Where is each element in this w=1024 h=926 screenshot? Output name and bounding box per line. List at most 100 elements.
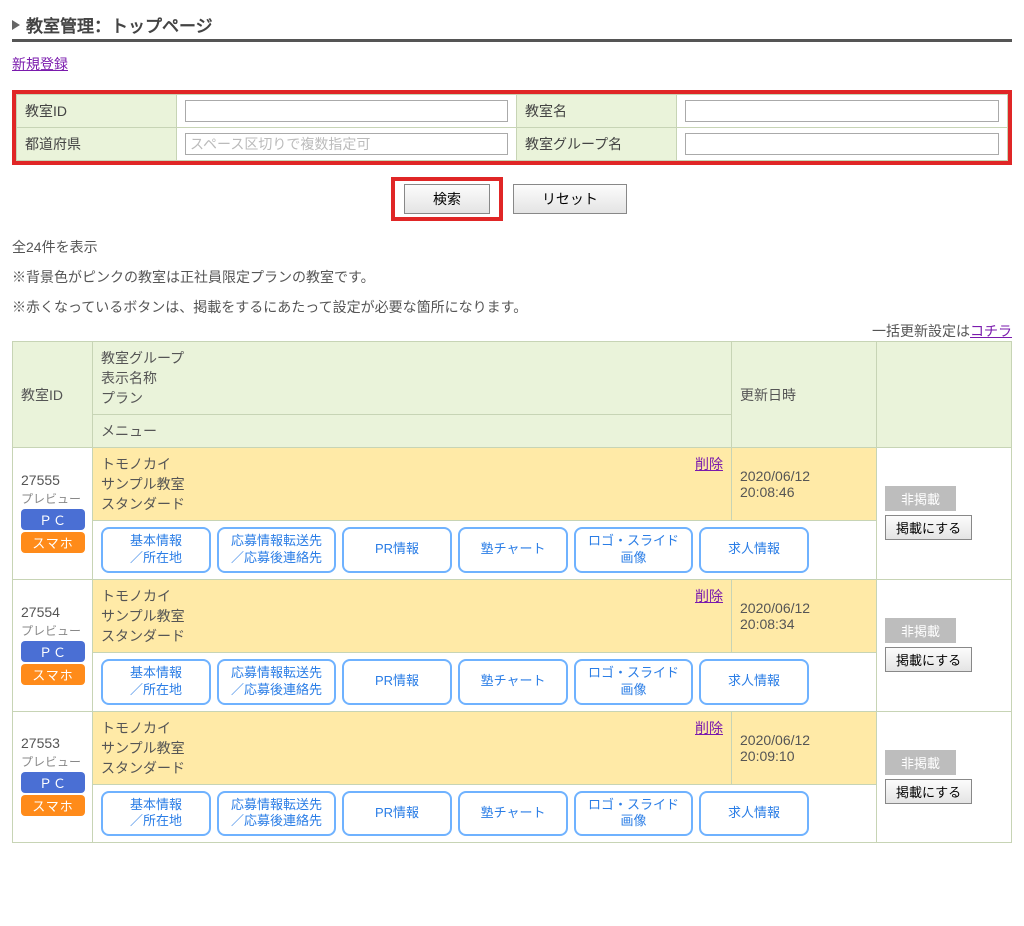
delete-link[interactable]: 削除 [695, 586, 723, 606]
page-title: 教室管理：トップページ [26, 12, 213, 37]
updated-time: 20:09:10 [740, 748, 795, 764]
row-display: サンプル教室 [101, 738, 723, 758]
info-cell: 削除トモノカイサンプル教室スタンダード [93, 579, 732, 652]
search-id-input[interactable] [185, 100, 508, 122]
row-group: トモノカイ [101, 718, 723, 738]
note-1: ※背景色がピンクの教室は正社員限定プランの教室です。 [12, 267, 1012, 287]
menu-cell: 基本情報／所在地応募情報転送先／応募後連絡先PR情報塾チャートロゴ・スライド画像… [93, 652, 877, 711]
row-id: 27553 [21, 735, 84, 751]
th-updated: 更新日時 [732, 342, 877, 448]
search-button-highlight: 検索 [391, 177, 503, 221]
search-button[interactable]: 検索 [404, 184, 490, 214]
result-count: 全24件を表示 [12, 237, 1012, 257]
menu-btn-2[interactable]: PR情報 [342, 791, 452, 837]
row-display: サンプル教室 [101, 606, 723, 626]
menu-btn-4[interactable]: ロゴ・スライド画像 [574, 791, 693, 837]
search-id-label: 教室ID [17, 95, 177, 128]
pc-badge[interactable]: ＰＣ [21, 641, 85, 662]
table-row: 27554プレビューＰＣスマホ削除トモノカイサンプル教室スタンダード2020/0… [13, 579, 1012, 652]
menu-btn-2[interactable]: PR情報 [342, 527, 452, 573]
updated-cell: 2020/06/1220:09:10 [732, 711, 877, 784]
preview-label: プレビュー [21, 753, 84, 770]
search-name-label: 教室名 [517, 95, 677, 128]
id-cell: 27555 プレビュー ＰＣスマホ [13, 448, 93, 580]
unlisted-label: 非掲載 [885, 486, 956, 511]
th-info: 教室グループ 表示名称 プラン [93, 342, 732, 415]
info-cell: 削除トモノカイサンプル教室スタンダード [93, 448, 732, 521]
sp-badge[interactable]: スマホ [21, 795, 85, 816]
search-name-input[interactable] [685, 100, 999, 122]
menu-btn-1[interactable]: 応募情報転送先／応募後連絡先 [217, 527, 336, 573]
publish-button[interactable]: 掲載にする [885, 515, 972, 540]
search-form: 教室ID 教室名 都道府県 教室グループ名 [16, 94, 1008, 161]
delete-link[interactable]: 削除 [695, 454, 723, 474]
unlisted-label: 非掲載 [885, 750, 956, 775]
menu-btn-0[interactable]: 基本情報／所在地 [101, 527, 211, 573]
row-id: 27555 [21, 472, 84, 488]
menu-cell: 基本情報／所在地応募情報転送先／応募後連絡先PR情報塾チャートロゴ・スライド画像… [93, 784, 877, 843]
publish-button[interactable]: 掲載にする [885, 779, 972, 804]
menu-btn-0[interactable]: 基本情報／所在地 [101, 659, 211, 705]
action-cell: 非掲載掲載にする [877, 579, 1012, 711]
table-row-menu: 基本情報／所在地応募情報転送先／応募後連絡先PR情報塾チャートロゴ・スライド画像… [13, 652, 1012, 711]
reset-button[interactable]: リセット [513, 184, 627, 214]
table-row: 27555プレビューＰＣスマホ削除トモノカイサンプル教室スタンダード2020/0… [13, 448, 1012, 521]
th-id: 教室ID [13, 342, 93, 448]
search-group-label: 教室グループ名 [517, 128, 677, 161]
menu-cell: 基本情報／所在地応募情報転送先／応募後連絡先PR情報塾チャートロゴ・スライド画像… [93, 521, 877, 580]
menu-btn-5[interactable]: 求人情報 [699, 659, 809, 705]
menu-btn-0[interactable]: 基本情報／所在地 [101, 791, 211, 837]
updated-time: 20:08:34 [740, 616, 795, 632]
menu-btn-3[interactable]: 塾チャート [458, 659, 568, 705]
search-pref-label: 都道府県 [17, 128, 177, 161]
classroom-list-table: 教室ID 教室グループ 表示名称 プラン 更新日時 メニュー 27555 プレビュ… [12, 341, 1012, 843]
batch-link-prefix: 一括更新設定は [872, 323, 970, 339]
menu-btn-4[interactable]: ロゴ・スライド画像 [574, 659, 693, 705]
row-plan: スタンダード [101, 626, 723, 646]
menu-btn-5[interactable]: 求人情報 [699, 791, 809, 837]
th-menu: メニュー [93, 415, 732, 448]
preview-label: プレビュー [21, 622, 84, 639]
sp-badge[interactable]: スマホ [21, 664, 85, 685]
row-group: トモノカイ [101, 454, 723, 474]
note-2: ※赤くなっているボタンは、掲載をするにあたって設定が必要な箇所になります。 [12, 297, 1012, 317]
table-row-menu: 基本情報／所在地応募情報転送先／応募後連絡先PR情報塾チャートロゴ・スライド画像… [13, 784, 1012, 843]
id-cell: 27553 プレビュー ＰＣスマホ [13, 711, 93, 843]
menu-btn-5[interactable]: 求人情報 [699, 527, 809, 573]
menu-btn-4[interactable]: ロゴ・スライド画像 [574, 527, 693, 573]
pc-badge[interactable]: ＰＣ [21, 509, 85, 530]
search-group-input[interactable] [685, 133, 999, 155]
action-cell: 非掲載掲載にする [877, 711, 1012, 843]
pc-badge[interactable]: ＰＣ [21, 772, 85, 793]
row-group: トモノカイ [101, 586, 723, 606]
info-cell: 削除トモノカイサンプル教室スタンダード [93, 711, 732, 784]
id-cell: 27554プレビューＰＣスマホ [13, 579, 93, 711]
delete-link[interactable]: 削除 [695, 718, 723, 738]
unlisted-label: 非掲載 [885, 618, 956, 643]
preview-label: プレビュー [21, 490, 84, 507]
search-button-row: 検索 リセット [12, 177, 1012, 221]
menu-btn-1[interactable]: 応募情報転送先／応募後連絡先 [217, 659, 336, 705]
batch-setting-row: 一括更新設定はコチラ [12, 321, 1012, 341]
menu-btn-2[interactable]: PR情報 [342, 659, 452, 705]
table-row: 27553プレビューＰＣスマホ削除トモノカイサンプル教室スタンダード2020/0… [13, 711, 1012, 784]
updated-date: 2020/06/12 [740, 600, 810, 616]
row-plan: スタンダード [101, 758, 723, 778]
publish-button[interactable]: 掲載にする [885, 647, 972, 672]
sp-badge[interactable]: スマホ [21, 532, 85, 553]
updated-date: 2020/06/12 [740, 732, 810, 748]
table-row-menu: 基本情報／所在地応募情報転送先／応募後連絡先PR情報塾チャートロゴ・スライド画像… [13, 521, 1012, 580]
row-display: サンプル教室 [101, 474, 723, 494]
th-action [877, 342, 1012, 448]
page-header: 教室管理：トップページ [12, 12, 1012, 42]
updated-cell: 2020/06/1220:08:34 [732, 579, 877, 652]
menu-btn-1[interactable]: 応募情報転送先／応募後連絡先 [217, 791, 336, 837]
menu-btn-3[interactable]: 塾チャート [458, 791, 568, 837]
search-pref-input[interactable] [185, 133, 508, 155]
new-register-link[interactable]: 新規登録 [12, 54, 68, 74]
row-plan: スタンダード [101, 494, 723, 514]
updated-cell: 2020/06/1220:08:46 [732, 448, 877, 521]
updated-date: 2020/06/12 [740, 468, 810, 484]
menu-btn-3[interactable]: 塾チャート [458, 527, 568, 573]
batch-setting-link[interactable]: コチラ [970, 323, 1012, 339]
